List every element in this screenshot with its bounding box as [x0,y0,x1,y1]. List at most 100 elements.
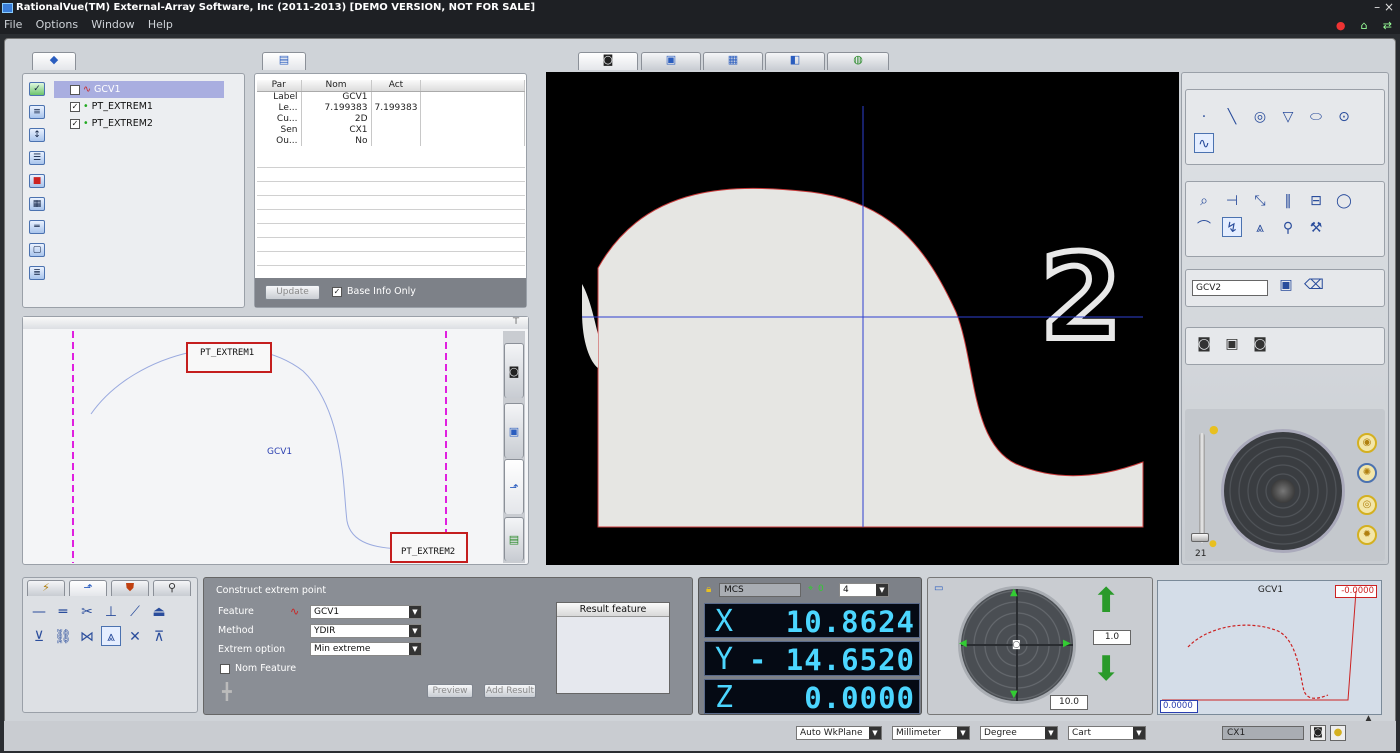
circle-tool-icon[interactable]: ◎ [1250,107,1270,127]
zoom-tool-icon[interactable]: ⌕ [1194,191,1214,211]
coords-select[interactable]: Cart ▼ [1068,726,1146,740]
extrem-tool-icon[interactable]: ↯ [1222,217,1242,237]
picture-view-tab[interactable]: ▤ [504,517,524,561]
machine-connect-icon[interactable]: ⇄ [1383,19,1392,32]
auto-name-icon[interactable]: ▣ [1276,275,1296,295]
stop-icon[interactable]: ● [1336,19,1346,32]
check-all-icon[interactable]: ✓ [29,82,45,96]
cad-canvas[interactable]: PT_EXTREM1 GCV1 PT_EXTREM2 [25,331,501,563]
tab-color[interactable]: ◍ [827,52,889,70]
distance-tool-icon[interactable]: ⤡ [1250,191,1270,211]
camera-add-icon[interactable]: ◙ [1194,334,1214,354]
ring-light-icon[interactable]: ✺ [1357,463,1377,483]
tree-item-pt-extrem2[interactable]: ✓ • PT_EXTREM2 [54,115,244,132]
nom-feature-checkbox[interactable] [220,664,230,674]
tab-tools-4[interactable]: ⚲ [153,580,191,596]
tree-item-gcv1[interactable]: ✓ ∿ GCV1 [54,81,224,98]
save-image-icon[interactable]: ▣ [1222,334,1242,354]
grid-icon[interactable]: ▦ [29,197,45,211]
step-input[interactable]: 1.0 [1093,630,1131,645]
report-icon[interactable]: ≣ [29,266,45,280]
parallel-tool-icon[interactable]: ‖ [1278,191,1298,211]
profile-light-icon[interactable]: ◎ [1357,495,1377,515]
sort-icon[interactable]: ↕ [29,128,45,142]
all-lights-icon[interactable]: ✹ [1357,525,1377,545]
tab-features[interactable]: ◆ [32,52,76,70]
tab-parameters[interactable]: ▤ [262,52,306,70]
minimize-button[interactable]: – [1374,0,1380,14]
new-doc-icon[interactable]: ▢ [29,243,45,257]
curve-tool-icon[interactable]: ∿ [1194,133,1214,153]
tab-tools-1[interactable]: ⚡ [27,580,65,596]
scissors-icon[interactable]: ✂ [77,602,97,622]
gap-tool-icon[interactable]: ⩓ [1250,218,1270,238]
lock-icon[interactable]: 🔒︎ [706,584,711,595]
ring-tool-icon[interactable]: ◯ [1334,191,1354,211]
checkbox-gcv1[interactable]: ✓ [70,84,80,95]
jog-dial[interactable]: ◙ ▲ ▼ ◀ ▶ [958,586,1076,704]
pin-icon[interactable]: ⊤ [512,317,520,327]
tab-tools-3[interactable]: ⛊ [111,580,149,596]
extrem-point-icon[interactable]: ⩓ [101,626,121,646]
light-slider-thumb[interactable] [1191,533,1209,542]
workplane-select[interactable]: Auto WkPlane ▼ [796,726,882,740]
list-check-icon[interactable]: ☰ [29,151,45,165]
intersect-tool-icon[interactable]: ⊣ [1222,191,1242,211]
image-view-tab[interactable]: ▣ [504,403,524,458]
camera-view-tab[interactable]: ◙ [504,343,524,398]
mirror-icon[interactable]: ⋈ [77,627,97,647]
feature-select[interactable]: GCV1 ▼ [310,605,422,619]
camera-settings-icon[interactable]: ◙ [1250,334,1270,354]
jog-up-arrow-icon[interactable]: ▲ [1010,587,1018,598]
checkbox-pt-extrem2[interactable]: ✓ [70,118,80,129]
tab-table[interactable]: ▦ [703,52,763,70]
jog-down-arrow-icon[interactable]: ▼ [1010,689,1018,700]
menu-options[interactable]: Options [36,18,78,31]
arc-tool-icon[interactable]: ▽ [1278,107,1298,127]
erase-icon[interactable]: ⌫ [1304,275,1324,295]
coord-system-field[interactable]: MCS [719,583,801,597]
menu-window[interactable]: Window [91,18,134,31]
ellipse-tool-icon[interactable]: ⬭ [1306,107,1326,127]
z-up-arrow-icon[interactable]: ⬆ [1092,584,1121,618]
zero-icon[interactable]: ⌖ [808,584,813,594]
result-feature-list[interactable]: Result feature [556,602,670,694]
line-tool-icon[interactable]: ╲ [1222,107,1242,127]
camera-view[interactable]: 2 [546,72,1179,565]
light-ring-dial[interactable] [1221,429,1345,553]
tab-construct[interactable]: ⬏ [69,580,107,596]
update-button[interactable]: Update [265,285,320,300]
cross-icon[interactable]: ✕ [125,627,145,647]
jog-settings-icon[interactable]: ▭ [934,583,943,594]
perpendicular-icon[interactable]: ⊥ [101,602,121,622]
project-icon[interactable]: ⊻ [29,627,49,647]
cad-view-tab[interactable]: ⬏ [504,459,524,514]
light-slider-track[interactable] [1199,433,1205,543]
add-result-button[interactable]: Add Result [484,684,536,698]
menu-help[interactable]: Help [148,18,173,31]
menu-file[interactable]: File [4,18,22,31]
arc-construct-icon[interactable]: ⌒ [1194,218,1214,238]
table-row[interactable]: Label GCV1 [257,91,525,102]
feature-name-input[interactable]: GCV2 [1192,280,1268,296]
delete-list-icon[interactable]: ■ [29,174,45,188]
checkbox-pt-extrem1[interactable]: ✓ [70,101,80,112]
line-construct-icon[interactable]: — [29,602,49,622]
crosshair-add-icon[interactable]: ╋ [222,682,232,701]
jog-right-arrow-icon[interactable]: ▶ [1063,638,1071,649]
jog-left-arrow-icon[interactable]: ◀ [959,638,967,649]
align-icon[interactable]: ⊼ [149,627,169,647]
align-left-icon[interactable]: ≡ [29,105,45,119]
ruler-icon[interactable]: ═ [29,220,45,234]
tree-item-pt-extrem1[interactable]: ✓ • PT_EXTREM1 [54,98,244,115]
point-tool-icon[interactable]: · [1194,107,1214,127]
extrem-option-select[interactable]: Min extreme ▼ [310,642,422,656]
angle-select[interactable]: Degree ▼ [980,726,1058,740]
tab-camera[interactable]: ◙ [578,52,638,70]
home-machine-icon[interactable]: ⌂ [1361,19,1368,32]
tab-image[interactable]: ▣ [641,52,701,70]
close-button[interactable]: × [1384,0,1394,14]
light-status-icon[interactable]: ● [1330,725,1346,741]
width-tool-icon[interactable]: ⊟ [1306,191,1326,211]
person-tool-icon[interactable]: ⚲ [1278,218,1298,238]
